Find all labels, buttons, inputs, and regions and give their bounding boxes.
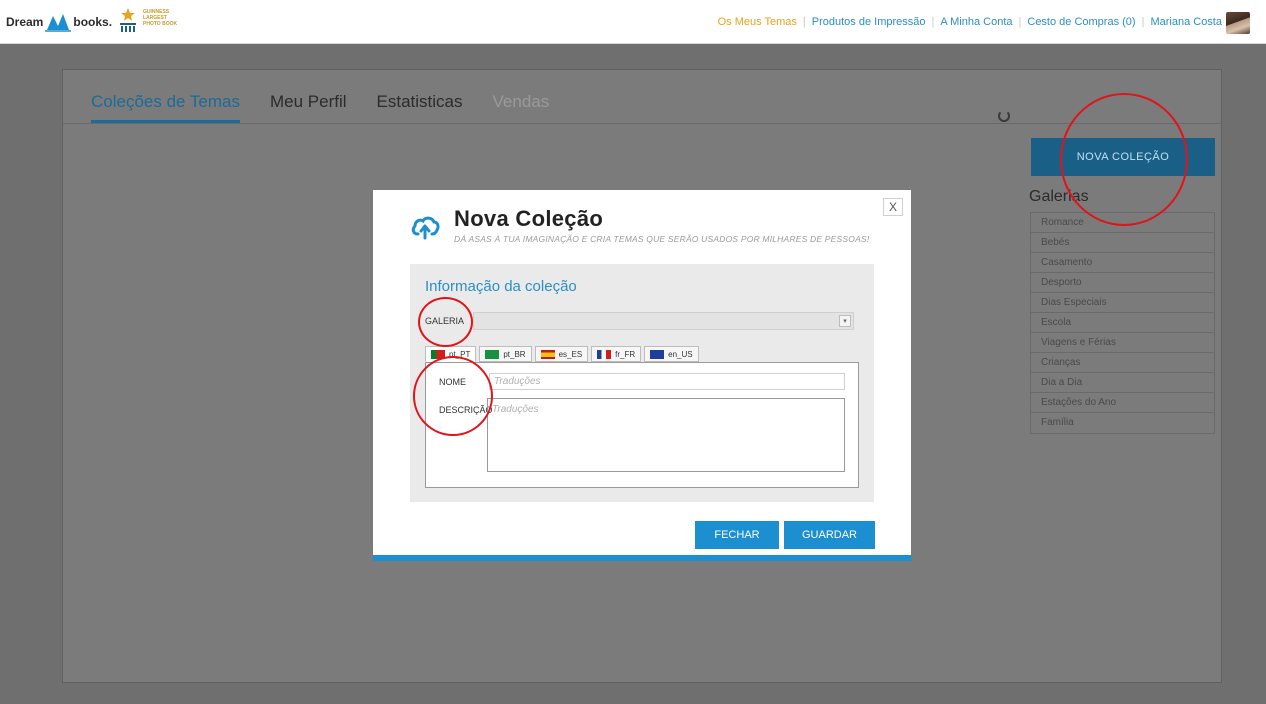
flag-brazil-icon xyxy=(485,349,500,359)
name-input[interactable]: Traduções xyxy=(489,373,845,390)
gallery-item[interactable]: Dias Especiais xyxy=(1031,293,1214,313)
modal-close-button[interactable]: X xyxy=(883,198,903,216)
nav-my-account[interactable]: A Minha Conta xyxy=(940,16,1012,28)
refresh-icon[interactable] xyxy=(998,110,1010,122)
description-textarea[interactable]: Traduções xyxy=(487,398,845,472)
tab-statistics[interactable]: Estatisticas xyxy=(377,92,463,123)
annotation-circle-fields xyxy=(413,356,493,436)
gallery-item[interactable]: Bebés xyxy=(1031,233,1214,253)
annotation-circle-gallery xyxy=(418,297,473,347)
nav-separator: | xyxy=(802,16,806,28)
gallery-item[interactable]: Desporto xyxy=(1031,273,1214,293)
gallery-item[interactable]: Estações do Ano xyxy=(1031,393,1214,413)
tabs-divider xyxy=(63,123,1223,124)
dreambooks-logo[interactable]: Dream books. xyxy=(6,12,112,32)
top-nav: Os Meus Temas | Produtos de Impressão | … xyxy=(718,16,1222,28)
logo-text-dream: Dream xyxy=(6,15,44,29)
tab-lang-pt-br[interactable]: pt_BR xyxy=(479,346,532,362)
lang-label: es_ES xyxy=(558,349,583,359)
lang-label: en_US xyxy=(668,349,693,359)
flag-spain-icon xyxy=(540,349,555,359)
guinness-text: GUINNESS LARGEST PHOTO BOOK xyxy=(143,9,177,27)
nav-user-name[interactable]: Mariana Costa xyxy=(1150,16,1222,28)
top-bar: Dream books. GUINNESS LARGEST PHOTO BOOK… xyxy=(0,0,1266,44)
logo-book-icon xyxy=(45,14,72,32)
section-title: Informação da coleção xyxy=(425,278,577,295)
guinness-badge: GUINNESS LARGEST PHOTO BOOK xyxy=(117,7,177,33)
nav-separator: | xyxy=(1141,16,1145,28)
gallery-item[interactable]: Escola xyxy=(1031,313,1214,333)
galleries-list: Romance Bebés Casamento Desporto Dias Es… xyxy=(1030,212,1215,434)
annotation-circle-new-collection xyxy=(1060,93,1188,226)
save-button[interactable]: GUARDAR xyxy=(784,521,875,549)
gallery-item[interactable]: Casamento xyxy=(1031,253,1214,273)
nav-separator: | xyxy=(1018,16,1022,28)
lang-label: fr_FR xyxy=(615,349,636,359)
nav-my-themes[interactable]: Os Meus Temas xyxy=(718,16,797,28)
tab-lang-es-es[interactable]: es_ES xyxy=(534,346,589,362)
guinness-award-icon xyxy=(120,8,136,32)
gallery-item[interactable]: Crianças xyxy=(1031,353,1214,373)
flag-uk-icon xyxy=(650,349,665,359)
gallery-select[interactable]: ▾ xyxy=(473,312,854,330)
close-button[interactable]: FECHAR xyxy=(695,521,779,549)
tab-theme-collections[interactable]: Coleções de Temas xyxy=(91,92,240,123)
gallery-item[interactable]: Dia a Dia xyxy=(1031,373,1214,393)
logo-text-books: books. xyxy=(73,15,113,29)
tab-lang-fr-fr[interactable]: fr_FR xyxy=(591,346,642,362)
gallery-item[interactable]: Família xyxy=(1031,413,1214,433)
tab-my-profile[interactable]: Meu Perfil xyxy=(270,92,347,123)
chevron-down-icon[interactable]: ▾ xyxy=(839,315,851,327)
avatar[interactable] xyxy=(1226,12,1250,34)
flag-france-icon xyxy=(597,349,612,359)
modal-title: Nova Coleção xyxy=(454,206,604,231)
tab-lang-en-us[interactable]: en_US xyxy=(644,346,699,362)
guinness-line: PHOTO BOOK xyxy=(143,21,178,27)
cloud-upload-icon xyxy=(411,216,440,240)
nav-cart[interactable]: Cesto de Compras (0) xyxy=(1027,16,1135,28)
nav-separator: | xyxy=(931,16,935,28)
modal-subtitle: DÁ ASAS À TUA IMAGINAÇÃO E CRIA TEMAS QU… xyxy=(454,234,870,244)
nav-print-products[interactable]: Produtos de Impressão xyxy=(812,16,926,28)
lang-label: pt_BR xyxy=(503,349,526,359)
gallery-item[interactable]: Viagens e Férias xyxy=(1031,333,1214,353)
main-tabs: Coleções de Temas Meu Perfil Estatistica… xyxy=(91,92,579,123)
tab-sales: Vendas xyxy=(492,92,550,111)
